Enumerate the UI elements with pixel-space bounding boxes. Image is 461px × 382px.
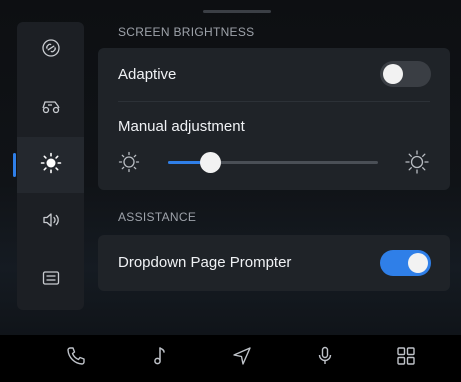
dock-phone-button[interactable] bbox=[52, 335, 100, 382]
dock-navigation-button[interactable] bbox=[218, 335, 266, 382]
keyboard-icon bbox=[41, 269, 61, 292]
dock-voice-button[interactable] bbox=[301, 335, 349, 382]
rail-item-brightness[interactable] bbox=[13, 137, 84, 193]
microphone-icon bbox=[314, 345, 336, 372]
rail-item-vehicle[interactable] bbox=[17, 80, 84, 136]
brightness-high-icon bbox=[405, 150, 429, 179]
apps-grid-icon bbox=[395, 345, 417, 372]
assistance-card: Dropdown Page Prompter bbox=[98, 235, 450, 291]
link-icon bbox=[41, 38, 61, 63]
active-indicator bbox=[13, 153, 16, 177]
phone-icon bbox=[65, 345, 87, 372]
dropdown-prompter-toggle[interactable] bbox=[380, 250, 431, 276]
rail-item-link[interactable] bbox=[17, 22, 84, 78]
speaker-icon bbox=[41, 211, 61, 234]
manual-adjustment-label: Manual adjustment bbox=[118, 118, 245, 135]
adaptive-label: Adaptive bbox=[118, 66, 177, 83]
drag-handle[interactable] bbox=[203, 10, 271, 13]
brightness-slider[interactable] bbox=[168, 152, 378, 173]
brightness-low-icon bbox=[118, 151, 140, 178]
adaptive-toggle-knob bbox=[383, 64, 403, 84]
dropdown-prompter-toggle-knob bbox=[408, 253, 428, 273]
section-title-assistance: ASSISTANCE bbox=[118, 210, 197, 224]
divider bbox=[118, 101, 430, 102]
dropdown-prompter-label: Dropdown Page Prompter bbox=[118, 254, 292, 271]
dock-music-button[interactable] bbox=[136, 335, 184, 382]
bottom-dock bbox=[0, 335, 461, 382]
navigation-icon bbox=[231, 345, 253, 372]
music-icon bbox=[149, 345, 171, 372]
settings-nav-rail bbox=[13, 22, 84, 310]
adaptive-toggle[interactable] bbox=[380, 61, 431, 87]
car-icon bbox=[40, 97, 62, 120]
brightness-slider-thumb[interactable] bbox=[200, 152, 221, 173]
brightness-card: Adaptive Manual adjustment bbox=[98, 48, 450, 190]
rail-item-sound[interactable] bbox=[17, 194, 84, 250]
settings-screen: SCREEN BRIGHTNESS Adaptive Manual adjust… bbox=[0, 0, 461, 335]
section-title-brightness: SCREEN BRIGHTNESS bbox=[118, 25, 255, 39]
brightness-icon bbox=[40, 152, 62, 179]
rail-item-display[interactable] bbox=[17, 252, 84, 308]
dock-apps-button[interactable] bbox=[382, 335, 430, 382]
